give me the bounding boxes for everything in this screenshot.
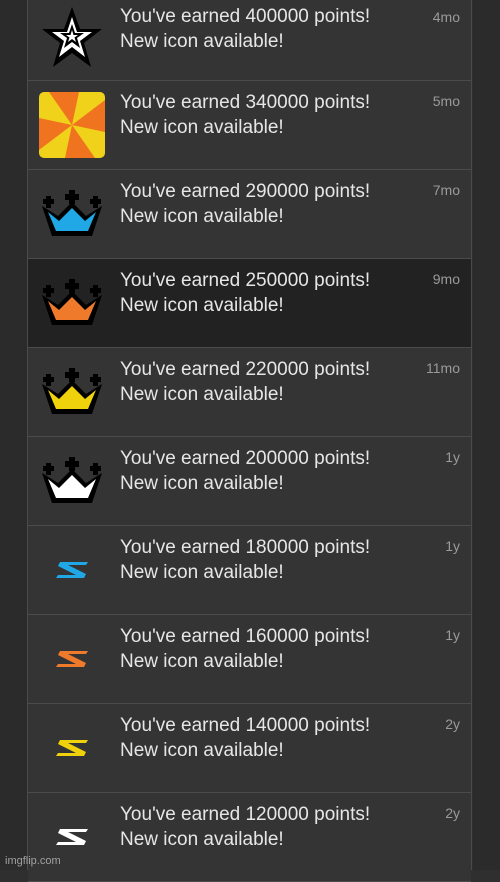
notification-message: You've earned 160000 points! New icon av… (120, 624, 370, 674)
notification-item[interactable]: You've earned 290000 points! New icon av… (28, 170, 471, 259)
notification-title: You've earned 160000 points! (120, 626, 371, 647)
notification-message: You've earned 400000 points! New icon av… (120, 4, 370, 54)
crown-icon (38, 269, 106, 337)
notification-subtitle: New icon available! (120, 206, 284, 227)
notification-item[interactable]: You've earned 200000 points! New icon av… (28, 437, 471, 526)
notification-title: You've earned 290000 points! (120, 181, 371, 202)
notification-message: You've earned 340000 points! New icon av… (120, 90, 370, 140)
notification-subtitle: New icon available! (120, 384, 284, 405)
notification-item[interactable]: You've earned 220000 points! New icon av… (28, 348, 471, 437)
notification-subtitle: New icon available! (120, 562, 284, 583)
lightning-icon (38, 536, 106, 604)
notification-item[interactable]: You've earned 250000 points! New icon av… (28, 259, 471, 348)
notification-subtitle: New icon available! (120, 31, 284, 52)
notification-item[interactable]: You've earned 400000 points! New icon av… (28, 0, 471, 81)
notification-time: 2y (445, 805, 460, 821)
notification-message: You've earned 290000 points! New icon av… (120, 179, 370, 229)
notification-message: You've earned 200000 points! New icon av… (120, 446, 370, 496)
notification-message: You've earned 180000 points! New icon av… (120, 535, 370, 585)
notification-time: 2y (445, 716, 460, 732)
notification-title: You've earned 250000 points! (120, 270, 371, 291)
notification-item[interactable]: You've earned 160000 points! New icon av… (28, 615, 471, 704)
lightning-icon (38, 625, 106, 693)
notification-time: 7mo (432, 182, 460, 198)
notification-time: 5mo (432, 93, 460, 109)
notification-time: 1y (445, 538, 460, 554)
notification-item[interactable]: You've earned 340000 points! New icon av… (28, 81, 471, 170)
crown-icon (38, 180, 106, 248)
notification-list[interactable]: You've earned 400000 points! New icon av… (27, 0, 472, 882)
notification-message: You've earned 220000 points! New icon av… (120, 357, 370, 407)
notification-subtitle: New icon available! (120, 295, 284, 316)
notification-time: 1y (445, 627, 460, 643)
notification-subtitle: New icon available! (120, 740, 284, 761)
notification-message: You've earned 120000 points! New icon av… (120, 802, 370, 852)
notification-message: You've earned 140000 points! New icon av… (120, 713, 370, 763)
notification-subtitle: New icon available! (120, 117, 284, 138)
notification-title: You've earned 200000 points! (120, 448, 371, 469)
notification-time: 1y (445, 449, 460, 465)
notification-subtitle: New icon available! (120, 473, 284, 494)
notification-item[interactable]: You've earned 180000 points! New icon av… (28, 526, 471, 615)
notification-item[interactable]: You've earned 140000 points! New icon av… (28, 704, 471, 793)
notification-title: You've earned 180000 points! (120, 537, 371, 558)
crown-icon (38, 358, 106, 426)
notification-title: You've earned 140000 points! (120, 715, 371, 736)
notification-time: 4mo (432, 9, 460, 25)
notification-time: 11mo (426, 360, 460, 376)
notification-subtitle: New icon available! (120, 829, 284, 850)
left-gutter (0, 0, 27, 870)
pinwheel-icon (38, 91, 106, 159)
notification-title: You've earned 120000 points! (120, 804, 371, 825)
crown-icon (38, 447, 106, 515)
lightning-icon (38, 714, 106, 782)
right-gutter (473, 0, 500, 870)
watermark: imgflip.com (5, 855, 61, 867)
star-icon (38, 4, 106, 72)
notification-title: You've earned 340000 points! (120, 92, 371, 113)
notification-subtitle: New icon available! (120, 651, 284, 672)
notification-title: You've earned 220000 points! (120, 359, 371, 380)
notification-title: You've earned 400000 points! (120, 6, 371, 27)
notification-time: 9mo (432, 271, 460, 287)
notification-message: You've earned 250000 points! New icon av… (120, 268, 370, 318)
notification-item[interactable]: You've earned 120000 points! New icon av… (28, 793, 471, 882)
